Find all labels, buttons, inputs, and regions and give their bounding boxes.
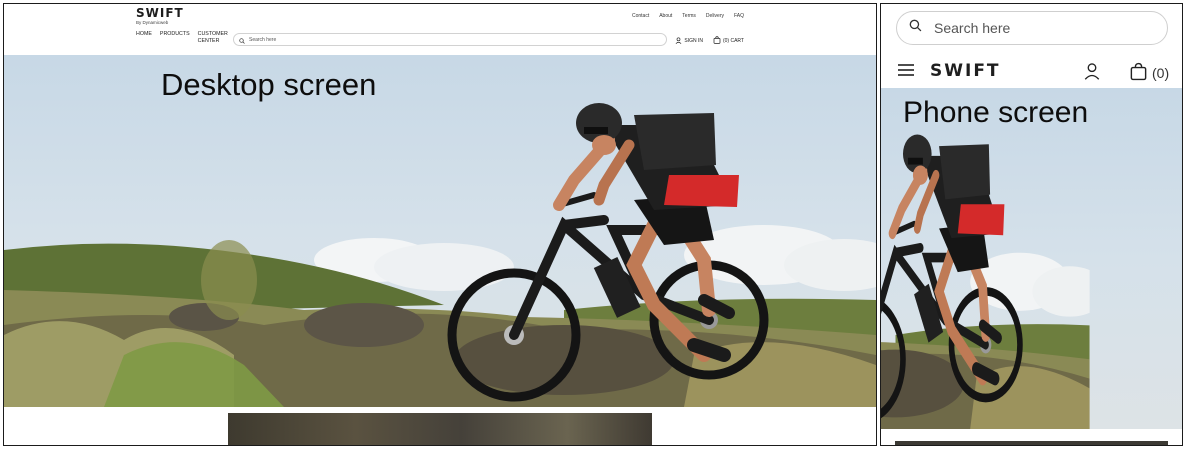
phone-hero-banner-image[interactable] (881, 88, 1182, 429)
mountain-bike-rider-photo (881, 88, 1182, 429)
logo-subtitle: By Dynamicweb (136, 20, 169, 25)
phone-cart-button[interactable]: (0) (1129, 62, 1169, 84)
header-actions: SIGN IN (0) CART (675, 36, 744, 46)
cart-count: (0) (1152, 65, 1170, 81)
shopping-bag-icon (1129, 62, 1148, 84)
phone-site-logo[interactable]: SWIFT (930, 61, 1001, 81)
nav-item-home[interactable]: HOME (136, 31, 152, 45)
utility-link-terms[interactable]: Terms (682, 13, 696, 19)
sign-in-label: SIGN IN (684, 38, 703, 44)
phone-search-bar[interactable] (896, 11, 1168, 45)
phone-content-strip (895, 441, 1168, 445)
logo-wordmark: SWIFT (930, 61, 1001, 81)
desktop-screen-panel: SWIFT By Dynamicweb Contact About Terms … (3, 3, 877, 446)
phone-screen-label: Phone screen (903, 96, 1089, 129)
user-icon[interactable] (1083, 62, 1101, 85)
site-logo[interactable]: SWIFT By Dynamicweb (136, 7, 184, 26)
utility-link-contact[interactable]: Contact (632, 13, 649, 19)
search-bar[interactable] (233, 33, 667, 46)
hamburger-menu-icon[interactable] (897, 63, 915, 82)
content-image-strip (228, 413, 652, 445)
nav-item-customer-center[interactable]: CUSTOMER CENTER (198, 31, 228, 45)
mountain-bike-rider-photo (4, 55, 876, 407)
main-nav: HOME PRODUCTS CUSTOMER CENTER (136, 31, 228, 45)
cart-link[interactable]: (0) CART (713, 36, 744, 46)
utility-link-delivery[interactable]: Delivery (706, 13, 724, 19)
desktop-screen-label: Desktop screen (161, 67, 377, 102)
search-icon (909, 19, 922, 37)
phone-screen-panel: SWIFT (0) Phone screen (880, 3, 1183, 446)
utility-nav: Contact About Terms Delivery FAQ (632, 13, 744, 19)
search-input[interactable] (249, 36, 649, 43)
search-icon (239, 31, 245, 49)
phone-header-bar: SWIFT (0) (881, 53, 1182, 88)
phone-search-input[interactable] (934, 20, 1134, 36)
nav-item-products[interactable]: PRODUCTS (160, 31, 190, 45)
utility-link-faq[interactable]: FAQ (734, 13, 744, 19)
utility-link-about[interactable]: About (659, 13, 672, 19)
shopping-bag-icon (713, 36, 721, 46)
hero-banner-image[interactable] (4, 55, 876, 407)
logo-wordmark: SWIFT (136, 6, 184, 20)
cart-label: (0) CART (722, 38, 744, 44)
sign-in-link[interactable]: SIGN IN (675, 36, 703, 46)
user-icon (675, 36, 682, 46)
